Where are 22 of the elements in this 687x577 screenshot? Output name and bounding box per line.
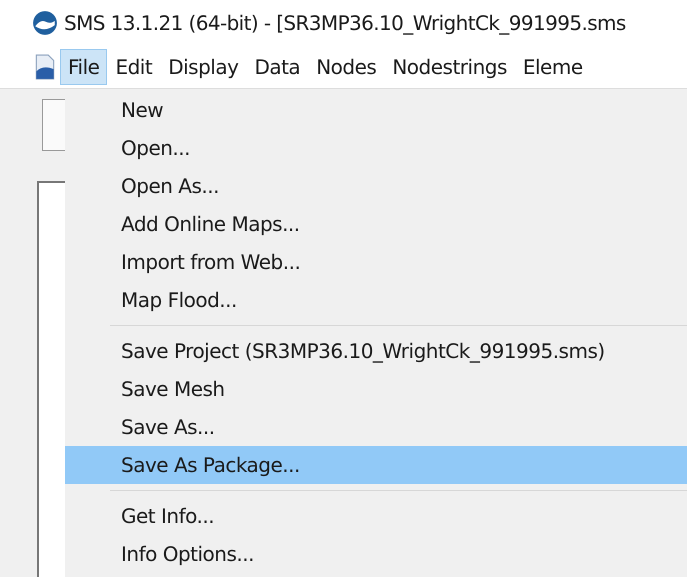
menu-item[interactable]: Open As...: [65, 167, 687, 205]
menu-bar-item[interactable]: Nodes: [308, 49, 384, 85]
menu-item[interactable]: Save As Package...: [65, 446, 687, 484]
app-logo-icon: [32, 10, 58, 36]
menu-item[interactable]: Get Info...: [65, 497, 687, 535]
menu-bar-item[interactable]: Data: [246, 49, 308, 85]
menu-item[interactable]: Import from Web...: [65, 243, 687, 281]
menu-item[interactable]: Save Mesh: [65, 370, 687, 408]
menu-item[interactable]: New: [65, 91, 687, 129]
menu-bar-item[interactable]: Eleme: [514, 49, 591, 85]
menu-item[interactable]: Map Flood...: [65, 281, 687, 319]
menu-bar-item[interactable]: File: [60, 49, 108, 85]
menu-item[interactable]: Save Project (SR3MP36.10_WrightCk_991995.sms): [65, 332, 687, 370]
menu-bar-item[interactable]: Display: [160, 49, 246, 85]
menu-item[interactable]: Save As...: [65, 408, 687, 446]
menu-bar-item[interactable]: Nodestrings: [384, 49, 515, 85]
window-title: SMS 13.1.21 (64-bit) - [SR3MP36.10_WrightCk_991995.sms: [64, 11, 626, 35]
document-icon: [34, 54, 56, 80]
menu-item[interactable]: Open...: [65, 129, 687, 167]
menu-bar-item[interactable]: Edit: [107, 49, 160, 85]
menu-item[interactable]: Info Options...: [65, 535, 687, 573]
menu-item[interactable]: Add Online Maps...: [65, 205, 687, 243]
